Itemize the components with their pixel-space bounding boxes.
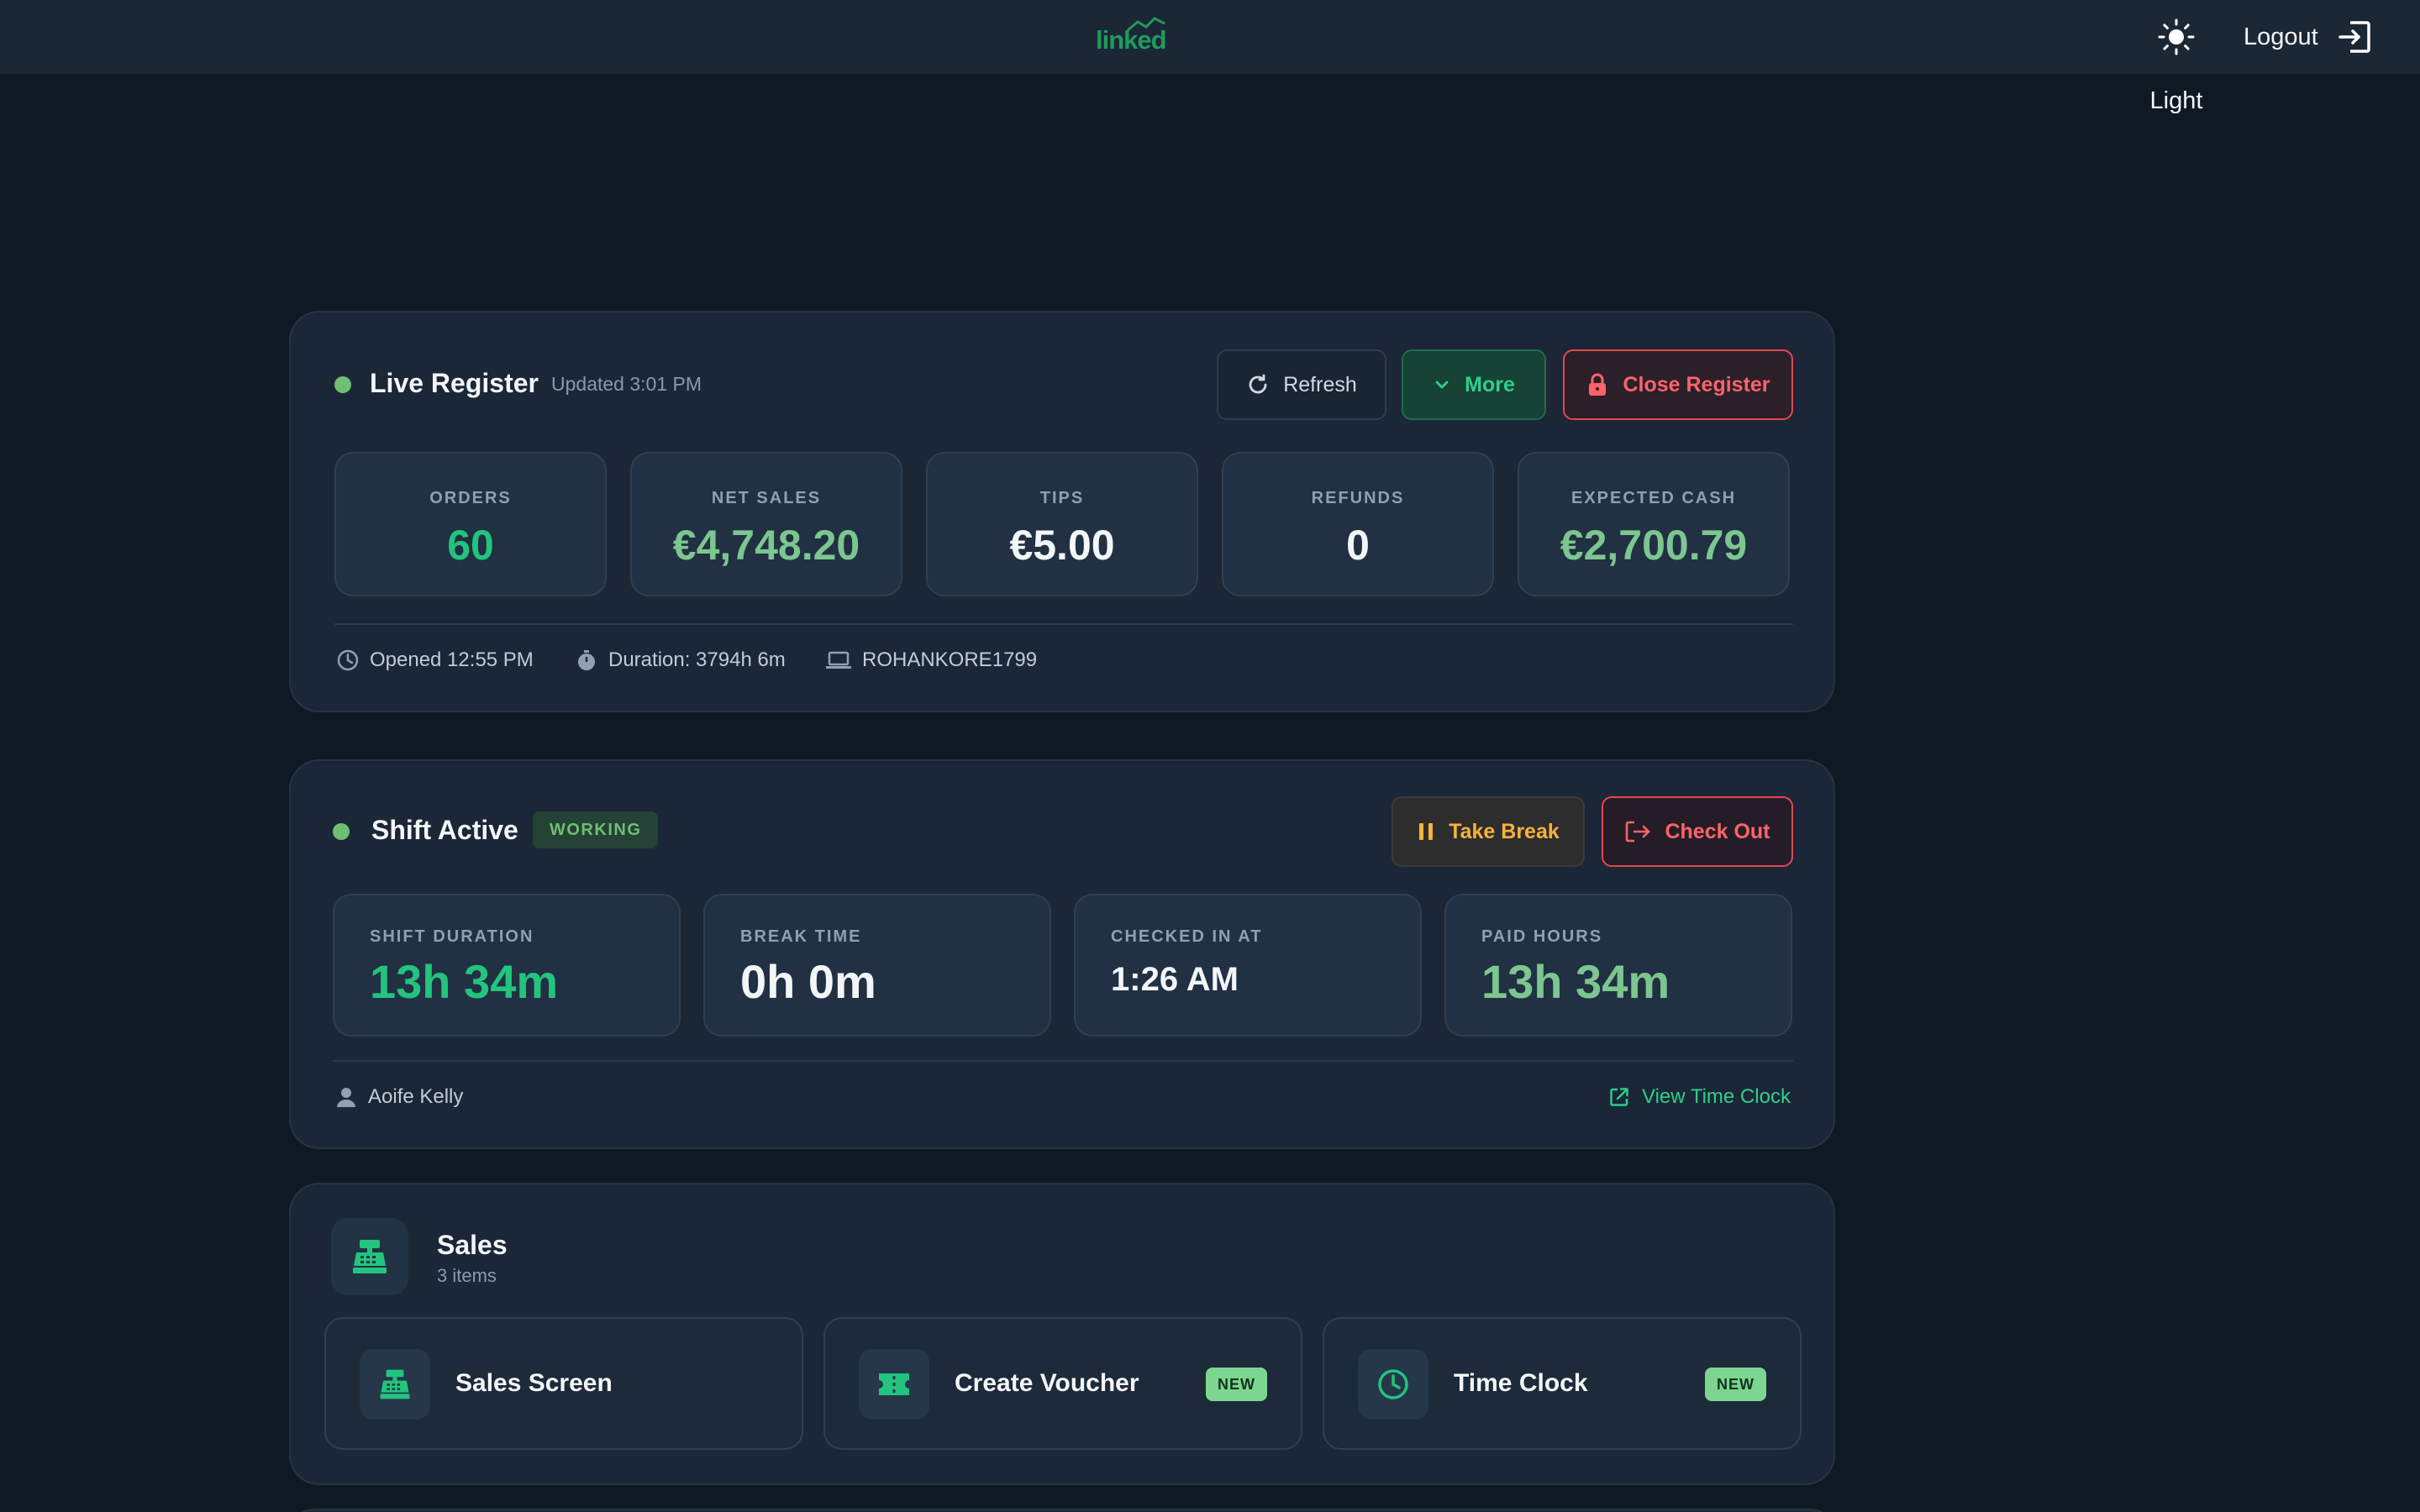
ticket-icon [879,1373,909,1395]
register-divider [334,623,1793,625]
orders-stat: ORDERS 60 [334,452,607,596]
stat-value: €2,700.79 [1560,522,1748,569]
live-status-dot [334,376,351,393]
top-bar [0,0,2420,74]
sun-icon [2158,18,2195,55]
theme-toggle-button[interactable] [2153,13,2200,60]
close-register-label: Close Register [1623,372,1770,396]
close-register-button[interactable]: Close Register [1563,349,1793,420]
stat-value: 13h 34m [370,955,559,1008]
clock-icon [337,649,359,671]
person-icon [337,1088,355,1107]
stopwatch-icon [578,650,595,670]
refunds-stat: REFUNDS 0 [1222,452,1494,596]
clock-icon [1378,1369,1408,1399]
stat-value: €4,748.20 [672,522,860,569]
stat-label: NET SALES [711,489,822,507]
refresh-label: Refresh [1283,372,1357,396]
more-label: More [1465,372,1515,396]
theme-tooltip: Light [2149,87,2203,114]
stat-label: CHECKED IN AT [1111,927,1263,946]
stat-value: 0h 0m [740,955,876,1008]
laptop-icon [826,651,851,669]
lock-icon [1589,373,1607,396]
opened-label: Opened 12:55 PM [370,648,534,671]
checked-in-stat: CHECKED IN AT 1:26 AM [1074,894,1422,1037]
break-time-stat: BREAK TIME 0h 0m [703,894,1051,1037]
refresh-icon [1249,374,1267,394]
tile-icon-box [1358,1349,1428,1420]
new-badge: NEW [1705,1368,1766,1401]
stat-label: PAID HOURS [1481,927,1603,946]
updated-timestamp: Updated 3:01 PM [551,373,702,395]
stat-label: EXPECTED CASH [1570,489,1737,507]
stat-value: 13h 34m [1481,955,1670,1008]
register-title: Live Register [370,368,539,398]
tile-icon-box [859,1349,929,1420]
sales-section-icon [331,1218,408,1295]
stat-value: 1:26 AM [1111,961,1239,998]
pause-icon [1419,823,1434,840]
sales-section-card: Sales 3 items Sales Screen Create Vouche… [289,1183,1835,1485]
refresh-button[interactable]: Refresh [1217,349,1386,420]
tile-icon-box [360,1349,430,1420]
more-button[interactable]: More [1402,349,1546,420]
shift-duration-stat: SHIFT DURATION 13h 34m [333,894,681,1037]
sales-title: Sales [437,1230,508,1260]
tile-label: Create Voucher [955,1369,1139,1397]
cash-register-icon [380,1369,410,1399]
stat-label: ORDERS [429,489,512,507]
shift-card: Shift Active WORKING Take Break Check Ou… [289,759,1835,1149]
logout-label: Logout [2244,23,2318,50]
sales-item-count: 3 items [437,1265,497,1286]
status-badge: WORKING [533,811,659,848]
brand-logo[interactable]: linked [1092,15,1168,59]
time-clock-tile[interactable]: Time Clock NEW [1323,1317,1802,1450]
stat-label: REFUNDS [1311,489,1405,507]
paid-hours-stat: PAID HOURS 13h 34m [1444,894,1792,1037]
tips-stat: TIPS €5.00 [926,452,1198,596]
shift-status-dot [333,823,350,840]
register-duration: Duration: 3794h 6m [575,648,786,672]
shift-divider [333,1060,1793,1062]
stat-value: 0 [1346,522,1370,569]
register-device: ROHANKORE1799 [825,648,1037,672]
device-label: ROHANKORE1799 [862,648,1038,671]
view-time-clock-link[interactable]: View Time Clock [1608,1085,1791,1109]
take-break-button[interactable]: Take Break [1392,796,1585,867]
live-register-card: Live Register Updated 3:01 PM Refresh Mo… [289,311,1835,712]
next-section-card [289,1509,1835,1512]
tile-label: Sales Screen [455,1369,613,1397]
logo-chart-icon [1127,17,1165,32]
employee-label: Aoife Kelly [368,1085,464,1108]
stat-value: 60 [447,522,494,569]
sales-screen-tile[interactable]: Sales Screen [324,1317,803,1450]
view-time-clock-label: View Time Clock [1642,1085,1791,1108]
opened-time: Opened 12:55 PM [336,648,534,672]
stat-label: BREAK TIME [740,927,862,946]
stat-value: €5.00 [1009,522,1115,569]
cash-register-icon [353,1240,387,1273]
stat-label: TIPS [1039,489,1085,507]
logout-icon [2338,21,2370,53]
tile-label: Time Clock [1454,1369,1588,1397]
expected-cash-stat: EXPECTED CASH €2,700.79 [1518,452,1790,596]
new-badge: NEW [1206,1368,1267,1401]
shift-title: Shift Active [371,815,518,845]
net-sales-stat: NET SALES €4,748.20 [630,452,902,596]
create-voucher-tile[interactable]: Create Voucher NEW [823,1317,1302,1450]
check-out-button[interactable]: Check Out [1602,796,1793,867]
logout-icon [1626,821,1650,843]
take-break-label: Take Break [1449,819,1560,843]
chevron-down-icon [1435,381,1449,389]
check-out-label: Check Out [1665,819,1770,843]
duration-label: Duration: 3794h 6m [608,648,786,671]
stat-label: SHIFT DURATION [370,927,534,946]
logout-button[interactable]: Logout [2244,13,2372,60]
external-link-icon [1610,1088,1628,1106]
employee-name: Aoife Kelly [334,1085,463,1109]
